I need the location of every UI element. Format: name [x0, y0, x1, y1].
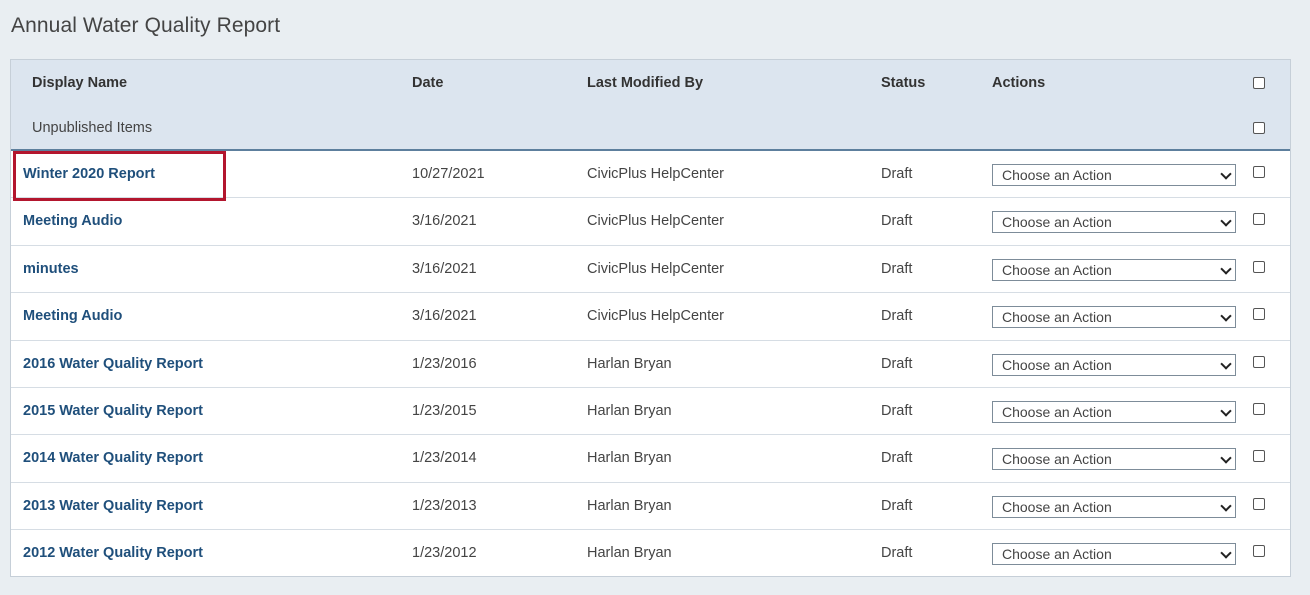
action-select-value: Choose an Action	[1002, 261, 1112, 278]
item-status: Draft	[881, 213, 913, 230]
table-row: 2014 Water Quality Report 1/23/2014 Harl…	[11, 435, 1290, 483]
item-status: Draft	[881, 545, 913, 562]
table-body: Winter 2020 Report 10/27/2021 CivicPlus …	[11, 151, 1290, 578]
row-checkbox[interactable]	[1253, 260, 1265, 273]
chevron-down-icon	[1220, 452, 1232, 465]
chevron-down-icon	[1220, 263, 1232, 275]
item-name-link[interactable]: 2014 Water Quality Report	[23, 450, 203, 466]
action-select[interactable]: Choose an Action	[992, 164, 1236, 186]
item-name-link[interactable]: 2013 Water Quality Report	[23, 498, 203, 514]
row-checkbox[interactable]	[1253, 355, 1265, 368]
action-select-value: Choose an Action	[1002, 546, 1112, 563]
column-header-display-name[interactable]: Display Name	[32, 75, 127, 91]
chevron-down-icon	[1220, 500, 1232, 512]
table-row: 2012 Water Quality Report 1/23/2012 Harl…	[11, 530, 1290, 577]
chevron-down-icon	[1220, 215, 1232, 228]
item-date: 1/23/2013	[412, 497, 477, 514]
column-header-status[interactable]: Status	[881, 75, 925, 91]
item-modified-by: Harlan Bryan	[587, 450, 672, 467]
item-name-link[interactable]: Meeting Audio	[23, 308, 122, 324]
action-select-value: Choose an Action	[1002, 167, 1112, 183]
chevron-down-icon	[1220, 168, 1232, 180]
chevron-down-icon	[1220, 357, 1232, 370]
item-name-link[interactable]: Winter 2020 Report	[23, 166, 155, 182]
action-select[interactable]: Choose an Action	[992, 448, 1236, 471]
row-checkbox[interactable]	[1253, 545, 1265, 558]
item-status: Draft	[881, 450, 913, 467]
action-select-value: Choose an Action	[1002, 309, 1112, 326]
item-status: Draft	[881, 402, 913, 419]
row-checkbox[interactable]	[1253, 497, 1265, 510]
action-select-value: Choose an Action	[1002, 214, 1112, 231]
item-modified-by: CivicPlus HelpCenter	[587, 260, 724, 277]
select-all-checkbox[interactable]	[1253, 77, 1265, 89]
item-modified-by: CivicPlus HelpCenter	[587, 213, 724, 230]
item-name-link[interactable]: 2016 Water Quality Report	[23, 356, 203, 372]
action-select[interactable]: Choose an Action	[992, 543, 1236, 566]
column-header-date[interactable]: Date	[412, 75, 443, 91]
item-modified-by: Harlan Bryan	[587, 545, 672, 562]
item-date: 1/23/2016	[412, 355, 477, 372]
item-date: 1/23/2015	[412, 402, 477, 419]
item-date: 3/16/2021	[412, 213, 477, 230]
items-table: Display Name Date Last Modified By Statu…	[10, 59, 1291, 577]
action-select-value: Choose an Action	[1002, 498, 1112, 515]
item-status: Draft	[881, 308, 913, 325]
column-header-last-modified-by[interactable]: Last Modified By	[587, 75, 703, 91]
action-select[interactable]: Choose an Action	[992, 400, 1236, 423]
item-date: 1/23/2014	[412, 450, 477, 467]
item-date: 3/16/2021	[412, 308, 477, 325]
item-date: 1/23/2012	[412, 545, 477, 562]
table-header: Display Name Date Last Modified By Statu…	[11, 60, 1290, 151]
action-select[interactable]: Choose an Action	[992, 211, 1236, 234]
action-select[interactable]: Choose an Action	[992, 258, 1236, 281]
item-date: 3/16/2021	[412, 260, 477, 277]
row-checkbox[interactable]	[1253, 213, 1265, 226]
action-select[interactable]: Choose an Action	[992, 495, 1236, 518]
row-checkbox[interactable]	[1253, 308, 1265, 321]
item-name-link[interactable]: Meeting Audio	[23, 213, 122, 229]
item-modified-by: Harlan Bryan	[587, 402, 672, 419]
table-row: Winter 2020 Report 10/27/2021 CivicPlus …	[11, 151, 1290, 201]
action-select[interactable]: Choose an Action	[992, 353, 1236, 376]
item-name-link[interactable]: minutes	[23, 261, 79, 277]
unpublished-items-label: Unpublished Items	[32, 120, 153, 136]
item-modified-by: CivicPlus HelpCenter	[587, 308, 724, 325]
item-modified-by: CivicPlus HelpCenter	[587, 166, 724, 182]
table-row: Meeting Audio 3/16/2021 CivicPlus HelpCe…	[11, 293, 1290, 341]
table-row: 2015 Water Quality Report 1/23/2015 Harl…	[11, 388, 1290, 436]
item-name-link[interactable]: 2015 Water Quality Report	[23, 403, 203, 419]
item-date: 10/27/2021	[412, 166, 485, 182]
row-checkbox[interactable]	[1253, 450, 1265, 463]
item-modified-by: Harlan Bryan	[587, 355, 672, 372]
action-select-value: Choose an Action	[1002, 403, 1112, 420]
item-status: Draft	[881, 355, 913, 372]
table-row: Meeting Audio 3/16/2021 CivicPlus HelpCe…	[11, 198, 1290, 246]
chevron-down-icon	[1220, 547, 1232, 559]
chevron-down-icon	[1220, 405, 1232, 417]
action-select[interactable]: Choose an Action	[992, 306, 1236, 329]
page-title: Annual Water Quality Report	[11, 14, 281, 37]
item-status: Draft	[881, 260, 913, 277]
column-header-actions: Actions	[992, 75, 1046, 91]
item-modified-by: Harlan Bryan	[587, 497, 672, 514]
table-row: 2016 Water Quality Report 1/23/2016 Harl…	[11, 341, 1290, 388]
row-checkbox[interactable]	[1253, 166, 1265, 178]
chevron-down-icon	[1220, 310, 1232, 322]
action-select-value: Choose an Action	[1002, 356, 1112, 373]
action-select-value: Choose an Action	[1002, 451, 1112, 468]
item-status: Draft	[881, 166, 913, 182]
table-row: 2013 Water Quality Report 1/23/2013 Harl…	[11, 483, 1290, 531]
item-name-link[interactable]: 2012 Water Quality Report	[23, 545, 203, 561]
row-checkbox[interactable]	[1253, 402, 1265, 415]
select-unpublished-checkbox[interactable]	[1253, 122, 1265, 134]
item-status: Draft	[881, 497, 913, 514]
table-row: minutes 3/16/2021 CivicPlus HelpCenter D…	[11, 246, 1290, 294]
